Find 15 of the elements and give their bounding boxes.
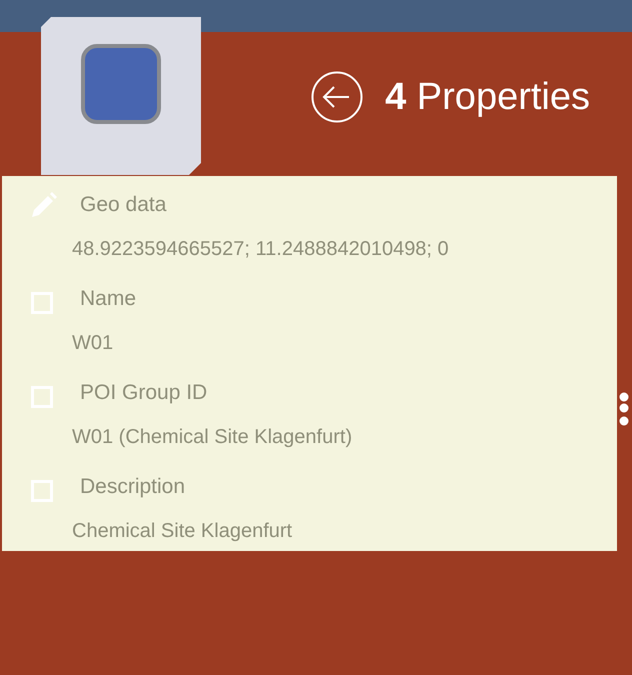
checkbox[interactable] bbox=[31, 480, 53, 502]
property-label: Description bbox=[80, 475, 186, 499]
square-icon bbox=[81, 44, 161, 124]
more-options-icon[interactable] bbox=[618, 392, 630, 428]
pencil-icon[interactable] bbox=[30, 191, 58, 219]
property-value: W01 bbox=[71, 331, 114, 356]
property-label: Name bbox=[80, 287, 136, 311]
checkbox[interactable] bbox=[31, 386, 53, 408]
property-value: Chemical Site Klagenfurt bbox=[71, 519, 294, 544]
panel-title: 4 Properties bbox=[385, 76, 590, 118]
property-value: 48.9223594665527; 11.2488842010498; 0 bbox=[71, 237, 450, 262]
checkbox[interactable] bbox=[31, 292, 53, 314]
property-value: W01 (Chemical Site Klagenfurt) bbox=[71, 425, 354, 450]
property-label: POI Group ID bbox=[80, 381, 208, 405]
property-label: Geo data bbox=[80, 193, 166, 217]
